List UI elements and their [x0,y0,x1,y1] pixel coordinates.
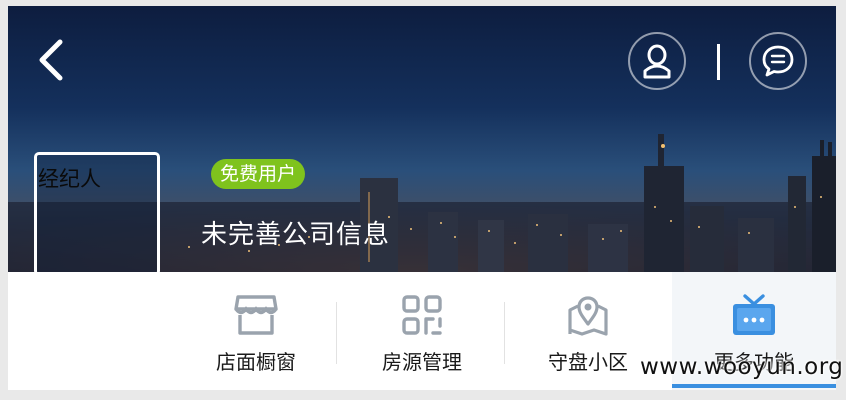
agent-avatar[interactable]: 经纪人 [34,152,160,276]
tool-label: 店面橱窗 [216,350,296,374]
avatar-alt-text: 经纪人 [38,167,101,191]
chat-bubble-icon [762,45,794,77]
message-button[interactable] [749,32,807,90]
toolbar-separator [504,302,505,364]
grid-icon [402,295,442,335]
account-type-badge: 免费用户 [211,159,306,189]
company-info-text[interactable]: 未完善公司信息 [201,214,390,251]
tool-listing-management[interactable]: 房源管理 [342,272,502,390]
toolbar-separator [336,302,337,364]
profile-button[interactable] [628,32,686,90]
map-pin-icon [568,296,608,336]
tv-more-icon [733,294,775,335]
header-divider [717,44,720,80]
storefront-icon [234,295,278,335]
back-button[interactable] [34,38,70,82]
app-frame: 免费用户 未完善公司信息 经纪人 店面橱窗 房源管理 守盘小区 更多功能 [8,6,836,390]
tool-label: 房源管理 [382,350,462,374]
chevron-left-icon [39,39,63,81]
watermark-text: www.wooyun.org [640,354,844,380]
tool-storefront[interactable]: 店面橱窗 [176,272,336,390]
user-icon [643,44,671,79]
